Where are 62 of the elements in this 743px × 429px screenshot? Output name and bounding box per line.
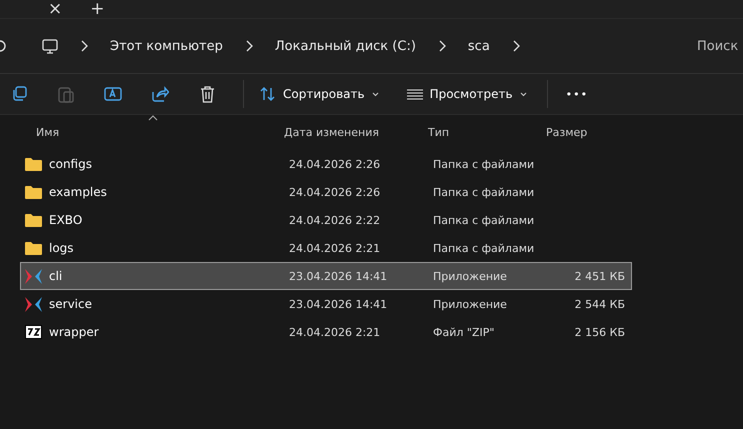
- chevron-down-icon: [520, 92, 527, 96]
- chevron-icon: [438, 40, 446, 52]
- file-row[interactable]: wrapper 24.04.2026 2:21 Файл "ZIP" 2 156 КБ: [20, 318, 632, 346]
- chevron-icon: [512, 40, 520, 52]
- file-row[interactable]: logs 24.04.2026 2:21 Папка с файлами: [20, 234, 632, 262]
- chevron-icon: [80, 40, 88, 52]
- folder-icon: [25, 241, 42, 255]
- more-button[interactable]: •••: [556, 84, 598, 104]
- column-header[interactable]: Размер: [546, 126, 642, 139]
- computer-icon[interactable]: [42, 38, 58, 54]
- close-tab-button[interactable]: ×: [48, 1, 62, 17]
- chevron-icon: [244, 40, 253, 52]
- type-cell: Приложение: [433, 270, 507, 282]
- app-icon: [25, 268, 42, 284]
- date-cell: 24.04.2026 2:26: [289, 186, 380, 198]
- sort-arrows-icon: [260, 87, 276, 101]
- file-name: cli: [49, 269, 62, 283]
- type-cell: Папка с файлами: [433, 214, 534, 226]
- file-name: examples: [49, 185, 107, 199]
- file-row[interactable]: EXBO 24.04.2026 2:22 Папка с файлами: [20, 206, 632, 234]
- type-cell: Приложение: [433, 298, 507, 310]
- type-cell: Папка с файлами: [433, 158, 534, 170]
- date-cell: 24.04.2026 2:22: [289, 214, 380, 226]
- list-icon: [406, 88, 423, 100]
- file-row[interactable]: service 23.04.2026 14:41 Приложение 2 544 КБ: [20, 290, 632, 318]
- file-row[interactable]: examples 24.04.2026 2:26 Папка с файлами: [20, 178, 632, 206]
- column-header[interactable]: Тип: [428, 126, 546, 139]
- breadcrumb-item[interactable]: sca: [468, 38, 490, 54]
- file-name: logs: [49, 241, 74, 255]
- breadcrumb-item[interactable]: Этот компьютер: [110, 38, 223, 54]
- folder-icon: [25, 213, 42, 227]
- new-tab-button[interactable]: +: [90, 1, 104, 17]
- file-name: service: [49, 297, 92, 311]
- date-cell: 24.04.2026 2:21: [289, 326, 380, 338]
- date-cell: 24.04.2026 2:21: [289, 242, 380, 254]
- size-cell: 2 451 КБ: [574, 270, 625, 282]
- file-name: EXBO: [49, 213, 82, 227]
- date-cell: 23.04.2026 14:41: [289, 270, 388, 282]
- refresh-icon[interactable]: [0, 39, 7, 53]
- size-cell: 2 544 КБ: [574, 298, 625, 310]
- type-cell: Папка с файлами: [433, 186, 534, 198]
- file-name: wrapper: [49, 325, 99, 339]
- type-cell: Папка с файлами: [433, 242, 534, 254]
- search-field[interactable]: Поиск: [697, 38, 743, 54]
- chevron-down-icon: [372, 92, 379, 96]
- view-button[interactable]: Просмотреть: [398, 83, 535, 105]
- type-cell: Файл "ZIP": [433, 326, 494, 338]
- app-icon: [25, 296, 42, 312]
- date-cell: 24.04.2026 2:26: [289, 158, 380, 170]
- breadcrumb-item[interactable]: Локальный диск (C:): [274, 38, 416, 54]
- file-name: configs: [49, 157, 92, 171]
- archive-icon: [25, 325, 42, 339]
- sort-button[interactable]: Сортировать: [252, 83, 387, 105]
- folder-icon: [25, 185, 42, 199]
- file-row[interactable]: cli 23.04.2026 14:41 Приложение 2 451 КБ: [20, 262, 632, 290]
- size-cell: 2 156 КБ: [574, 326, 625, 338]
- column-header[interactable]: Дата изменения: [284, 126, 428, 139]
- date-cell: 23.04.2026 14:41: [289, 298, 388, 310]
- column-header[interactable]: Имя: [36, 126, 284, 139]
- folder-icon: [25, 157, 42, 171]
- sort-caret-icon: [148, 115, 158, 121]
- file-row[interactable]: configs 24.04.2026 2:26 Папка с файлами: [20, 150, 632, 178]
